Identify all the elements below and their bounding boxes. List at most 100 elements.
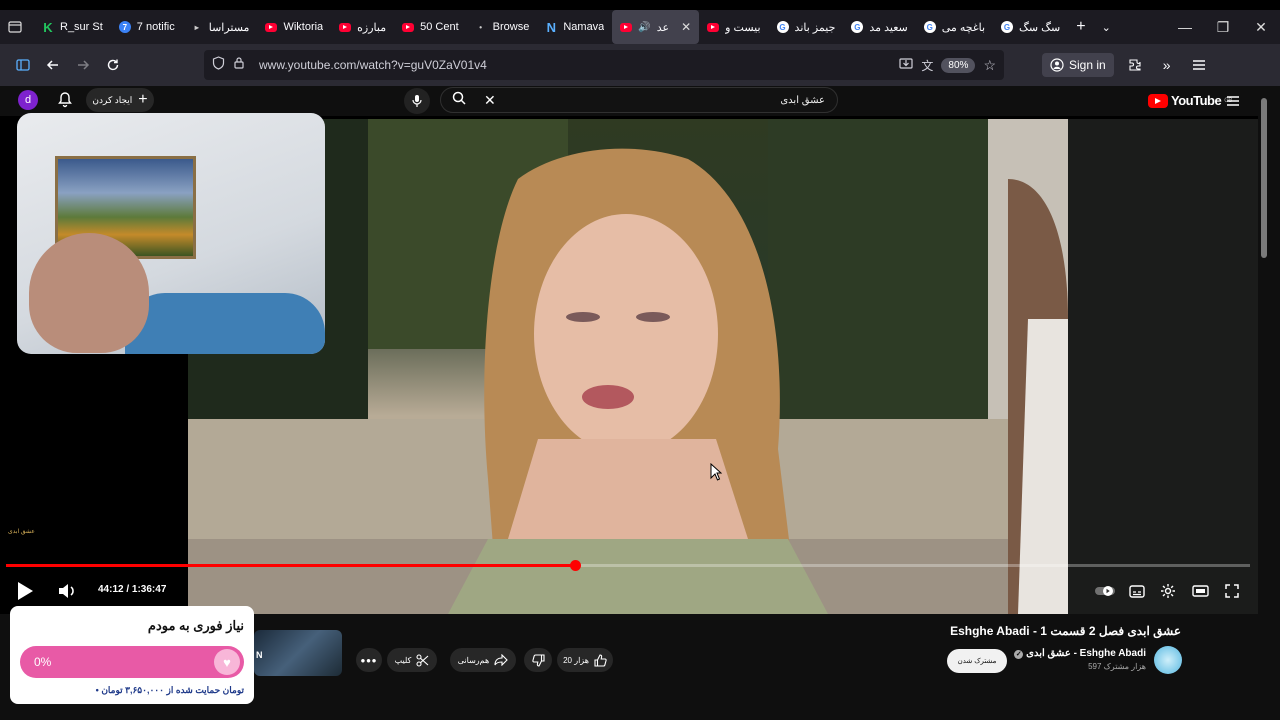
voice-search-mic-icon[interactable] — [404, 88, 430, 114]
channel-avatar[interactable] — [1154, 646, 1182, 674]
browser-tab[interactable]: 🔊 عد ✕ — [612, 10, 700, 44]
browser-tab[interactable]: K R_sur St — [34, 10, 111, 44]
subscribe-button[interactable]: مشترک شدن — [947, 649, 1007, 673]
channel-watermark: عشق ابدی — [8, 529, 35, 535]
guide-menu-icon[interactable] — [1226, 94, 1240, 112]
settings-gear-icon[interactable] — [1157, 580, 1179, 602]
volume-icon[interactable] — [56, 580, 78, 602]
subscriber-count: 597 هزار مشترک — [1088, 662, 1146, 671]
close-tab-icon[interactable]: ✕ — [681, 20, 691, 34]
sidebar-icon[interactable] — [8, 50, 38, 80]
scrubber-handle[interactable] — [569, 560, 581, 571]
overflow-chevron-icon[interactable]: » — [1152, 50, 1182, 80]
related-video-thumbnail[interactable]: N — [254, 630, 342, 676]
search-value[interactable]: عشق ابدی — [496, 95, 825, 106]
new-tab-button[interactable]: + — [1068, 10, 1093, 44]
extensions-icon[interactable] — [1120, 50, 1150, 80]
notifications-bell-icon[interactable] — [57, 91, 73, 113]
page-scrollbar[interactable] — [1261, 98, 1267, 258]
more-actions-icon[interactable]: ••• — [356, 648, 382, 672]
back-icon[interactable] — [38, 50, 68, 80]
clear-search-icon[interactable]: ✕ — [484, 92, 496, 109]
tab-label: جیمز باند — [794, 21, 836, 34]
donation-title: نیاز فوری به مودم — [147, 618, 244, 633]
tabs: K R_sur St 7 7 notific ▸ مستراسا Wiktoria مبارز… — [34, 10, 1068, 44]
browser-tab[interactable]: Wiktoria — [257, 10, 331, 44]
browser-tab[interactable]: N Namava — [537, 10, 612, 44]
youtube-icon — [402, 22, 415, 32]
shield-icon[interactable] — [212, 55, 225, 75]
tab-label: مستراسا — [208, 21, 250, 34]
tab-label: Wiktoria — [283, 21, 324, 33]
browser-tab[interactable]: ▸ مستراسا — [183, 10, 258, 44]
nav-bar: www.youtube.com/watch?v=guV0ZaV01v4 文 80… — [0, 44, 1280, 86]
tab-label: 7 notific — [136, 21, 175, 33]
channel-name[interactable]: ✓ عشق ابدی - Eshghe Abadi — [1000, 648, 1146, 659]
account-avatar[interactable]: d — [18, 90, 38, 110]
sign-in-button[interactable]: Sign in — [1042, 53, 1114, 77]
window-controls: — ❐ ✕ — [1166, 19, 1280, 36]
dot-icon: • — [479, 22, 483, 32]
share-arrow-icon — [494, 654, 508, 666]
list-all-tabs-icon[interactable]: ⌄ — [1094, 10, 1119, 44]
tab-list-icon[interactable] — [4, 16, 26, 38]
close-window-icon[interactable]: ✕ — [1242, 19, 1280, 36]
browser-tab[interactable]: 7 7 notific — [111, 10, 183, 44]
browser-tab[interactable]: مبارزه — [331, 10, 394, 44]
player-side-area — [1068, 119, 1258, 614]
play-icon[interactable] — [14, 580, 36, 602]
create-button[interactable]: ایجاد کردن + — [86, 88, 154, 112]
tab-label: سگ سگ — [1019, 21, 1061, 34]
donation-progress-bar: 0% ♥ — [20, 646, 244, 678]
browser-tab[interactable]: G سعید مد — [843, 10, 915, 44]
youtube-logo[interactable]: YouTube GB — [1148, 93, 1232, 108]
thumbs-down-icon — [531, 653, 545, 667]
video-title: Eshghe Abadi - عشق ابدی فصل 2 قسمت 1 — [950, 624, 1181, 638]
browser-tab[interactable]: 50 Cent — [394, 10, 467, 44]
subtitles-icon[interactable] — [1126, 580, 1148, 602]
search-input[interactable]: ✕ عشق ابدی — [440, 87, 838, 113]
progress-bar[interactable] — [6, 560, 1250, 571]
tab-label: مبارزه — [357, 21, 387, 34]
donation-subtitle: • تومان حمایت شده از ۳,۶۵۰,۰۰۰ تومان — [95, 685, 244, 695]
clip-button[interactable]: کلیپ — [387, 648, 437, 672]
forward-icon[interactable] — [68, 50, 98, 80]
url-text[interactable]: www.youtube.com/watch?v=guV0ZaV01v4 — [259, 58, 891, 72]
webcam-person-shirt — [125, 293, 325, 354]
donation-widget[interactable]: نیاز فوری به مودم 0% ♥ • تومان حمایت شده… — [10, 606, 254, 704]
like-count: 20 هزار — [563, 655, 589, 665]
translate-icon[interactable]: 文 — [921, 57, 933, 74]
fullscreen-icon[interactable] — [1221, 580, 1243, 602]
restore-icon[interactable]: ❐ — [1204, 19, 1242, 36]
youtube-icon — [707, 22, 720, 32]
dislike-button[interactable] — [524, 648, 552, 672]
share-button[interactable]: هم‌رسانی — [450, 648, 516, 672]
zoom-level[interactable]: 80% — [941, 57, 976, 73]
search-icon[interactable] — [452, 91, 466, 110]
youtube-icon — [339, 22, 352, 32]
tab-label: 50 Cent — [420, 21, 459, 33]
toolbar-right: » — [1120, 50, 1214, 80]
theater-mode-icon[interactable] — [1189, 580, 1211, 602]
lock-icon[interactable] — [233, 56, 245, 74]
browser-tab[interactable]: G سگ سگ — [993, 10, 1068, 44]
google-icon: G — [1001, 21, 1014, 33]
app-menu-icon[interactable] — [1184, 50, 1214, 80]
url-bar[interactable]: www.youtube.com/watch?v=guV0ZaV01v4 文 80… — [204, 50, 1004, 80]
channel-name-text: عشق ابدی - Eshghe Abadi — [1026, 648, 1146, 659]
bookmark-star-icon[interactable]: ☆ — [983, 57, 996, 74]
browser-tab[interactable]: G باغچه می — [916, 10, 993, 44]
browser-tab[interactable]: • Browse — [467, 10, 538, 44]
minimize-icon[interactable]: — — [1166, 19, 1204, 35]
like-button[interactable]: 20 هزار — [557, 648, 613, 672]
download-page-icon[interactable] — [899, 56, 914, 75]
reload-icon[interactable] — [98, 50, 128, 80]
heart-icon: ♥ — [214, 649, 240, 675]
browser-tab[interactable]: بیست و — [699, 10, 768, 44]
tab-strip: K R_sur St 7 7 notific ▸ مستراسا Wiktoria مبارز… — [0, 0, 1280, 44]
thumbs-up-icon — [594, 653, 607, 667]
autoplay-toggle-icon[interactable] — [1094, 580, 1116, 602]
browser-tab[interactable]: G جیمز باند — [769, 10, 844, 44]
tab-label: Browse — [492, 21, 530, 33]
speaker-icon[interactable]: 🔊 — [638, 22, 650, 33]
